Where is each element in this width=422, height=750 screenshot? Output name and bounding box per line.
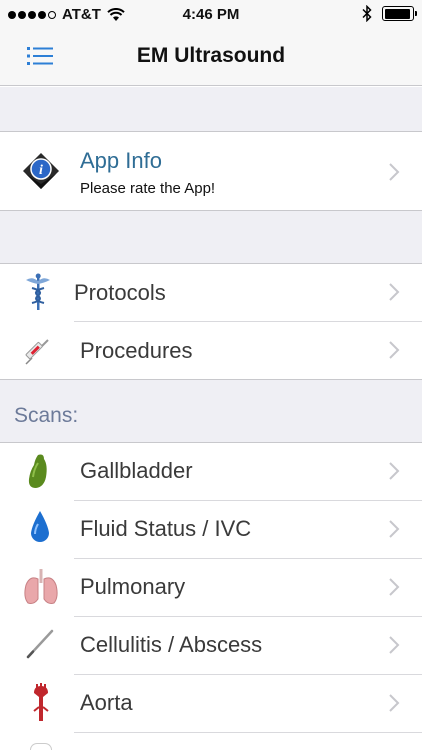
syringe-icon — [25, 339, 49, 365]
app-info-row[interactable]: i App Info Please rate the App! — [0, 132, 422, 210]
status-right-group — [362, 5, 417, 22]
page-title: EM Ultrasound — [136, 44, 286, 67]
scan-item-label: Pulmonary — [80, 574, 186, 599]
chevron-right-icon — [389, 341, 400, 359]
info-diamond-icon: i — [23, 153, 59, 189]
status-bar: AT&T 4:46 PM — [0, 0, 422, 30]
scan-item-label: Fluid Status / IVC — [80, 516, 252, 541]
chevron-right-icon — [389, 520, 400, 538]
chevron-right-icon — [389, 636, 400, 654]
scan-item-partial[interactable] — [0, 733, 422, 750]
scan-item-gallbladder[interactable]: Gallbladder — [0, 443, 422, 500]
battery-level — [384, 8, 411, 19]
lungs-icon — [24, 569, 58, 604]
chevron-right-icon — [389, 578, 400, 596]
status-time: 4:46 PM — [182, 6, 240, 23]
chevron-right-icon — [389, 283, 400, 301]
app-info-title: App Info — [80, 148, 162, 173]
chevron-right-icon — [389, 462, 400, 480]
scan-item-label: Aorta — [80, 690, 133, 715]
aorta-icon — [33, 683, 49, 721]
scans-header-label: Scans: — [14, 404, 79, 427]
scan-item-label: Gallbladder — [80, 458, 193, 483]
scans-section-header: Scans: — [0, 380, 422, 442]
protocols-label: Protocols — [74, 280, 166, 305]
scan-item-fluid-status[interactable]: Fluid Status / IVC — [0, 501, 422, 558]
water-drop-icon — [31, 511, 49, 542]
chevron-right-icon — [389, 694, 400, 712]
protocols-row[interactable]: Protocols — [0, 264, 422, 321]
chevron-right-icon — [389, 163, 400, 181]
needle-icon — [26, 629, 54, 659]
procedures-label: Procedures — [80, 338, 193, 363]
caduceus-icon — [26, 273, 50, 310]
procedures-row[interactable]: Procedures — [0, 322, 422, 379]
gallbladder-icon — [28, 454, 47, 488]
scan-item-pulmonary[interactable]: Pulmonary — [0, 559, 422, 616]
battery-icon — [382, 6, 417, 21]
scan-item-aorta[interactable]: Aorta — [0, 675, 422, 732]
svg-text:i: i — [39, 163, 43, 178]
scan-item-cellulitis-abscess[interactable]: Cellulitis / Abscess — [0, 617, 422, 674]
app-info-subtitle: Please rate the App! — [80, 180, 216, 197]
bluetooth-icon — [362, 5, 372, 22]
group-spacer — [0, 87, 422, 132]
partial-icon — [30, 743, 52, 750]
navigation-bar: EM Ultrasound — [0, 30, 422, 86]
group-spacer — [0, 211, 422, 263]
scan-item-label: Cellulitis / Abscess — [80, 632, 263, 657]
